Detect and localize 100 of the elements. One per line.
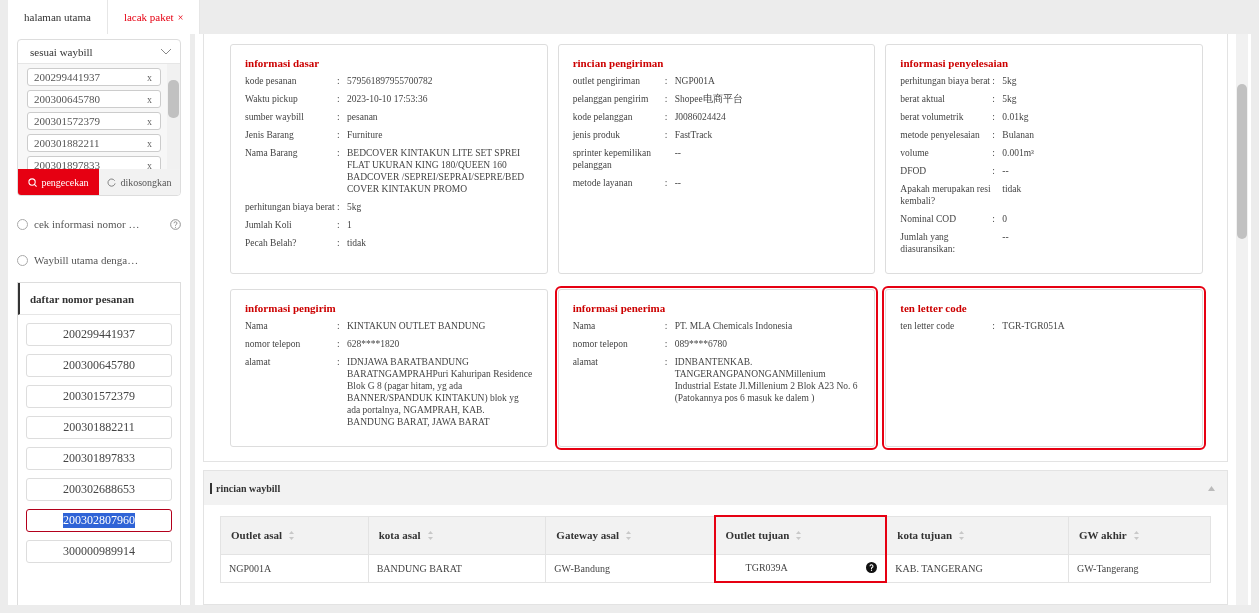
field-label: pelanggan pengirim bbox=[572, 93, 650, 105]
separator: : bbox=[992, 147, 996, 159]
waybill-tag: 200301882211 x bbox=[27, 134, 161, 152]
field-value: 2023-10-10 17:53:36 bbox=[347, 93, 429, 105]
radio-button[interactable] bbox=[17, 254, 28, 266]
scrollbar-thumb[interactable] bbox=[1237, 84, 1247, 239]
sort-icon[interactable] bbox=[288, 529, 296, 541]
field-value: J0086024424 bbox=[674, 111, 727, 123]
separator: : bbox=[992, 93, 996, 105]
field-value: pesanan bbox=[347, 111, 379, 123]
field-label: Jumlah yang diasuransikan: bbox=[900, 231, 957, 255]
sort-icon[interactable] bbox=[625, 529, 632, 541]
separator: : bbox=[664, 111, 669, 123]
separator: : bbox=[664, 177, 669, 189]
field-label: alamat bbox=[572, 356, 599, 369]
column-header[interactable]: kota asal bbox=[368, 516, 546, 554]
field-label: Nama bbox=[245, 320, 269, 332]
field-label: Waktu pickup bbox=[245, 93, 299, 105]
separator: : bbox=[664, 129, 669, 141]
field-label: volume bbox=[900, 147, 930, 159]
table-cell: KAB. TANGERANG bbox=[886, 554, 1069, 582]
field-value: Bulanan bbox=[1002, 129, 1035, 141]
field-value: FastTrack bbox=[674, 129, 714, 141]
field-value: BEDCOVER KINTAKUN LITE SET SPREI FLAT UKURAN KING 180/QUEEN 160 BADCOVER /SEPREI/SEPRAI/SEPRE/BED COVER KINTAKUN PROMO bbox=[347, 147, 526, 195]
field-label: nomor telepon bbox=[572, 338, 629, 350]
field-value: 5kg bbox=[1002, 75, 1018, 87]
separator: : bbox=[992, 213, 996, 225]
field-value: 5kg bbox=[1002, 93, 1018, 105]
column-header[interactable]: GW akhir bbox=[1068, 516, 1211, 554]
field-value: Furniture bbox=[347, 129, 384, 141]
separator: : bbox=[337, 320, 341, 332]
separator: : bbox=[992, 165, 996, 177]
field-label: DFOD bbox=[900, 165, 928, 177]
clear-button[interactable]: dikosongkan bbox=[99, 169, 180, 195]
help-icon[interactable] bbox=[866, 562, 878, 574]
order-number-item[interactable]: 200301572379 bbox=[26, 385, 172, 408]
separator: : bbox=[337, 93, 341, 105]
search-button[interactable]: pengecekan bbox=[18, 169, 99, 195]
chevron-down-icon bbox=[160, 48, 172, 55]
order-number-item[interactable]: 200301882211 bbox=[26, 416, 172, 439]
column-header[interactable]: kota tujuan bbox=[886, 516, 1069, 554]
order-number-item[interactable]: 200302688653 bbox=[26, 478, 172, 501]
order-number-item[interactable]: 200302807960 bbox=[26, 509, 172, 532]
field-value: 1 bbox=[347, 219, 353, 231]
card-title: informasi pengirim bbox=[245, 302, 337, 314]
field-label: metode penyelesaian bbox=[900, 129, 981, 141]
sort-icon[interactable] bbox=[426, 529, 434, 541]
separator: : bbox=[337, 237, 341, 249]
remove-tag-button[interactable]: x bbox=[147, 71, 152, 83]
field-label: sumber waybill bbox=[245, 111, 305, 123]
sort-icon[interactable] bbox=[1132, 529, 1140, 541]
field-value: -- bbox=[674, 147, 682, 160]
field-label: Apakah merupakan resi kembali? bbox=[900, 183, 992, 207]
order-number-item[interactable]: 200301897833 bbox=[26, 447, 172, 470]
refresh-icon bbox=[107, 177, 117, 187]
separator: : bbox=[337, 201, 341, 213]
remove-tag-button[interactable]: x bbox=[147, 137, 152, 149]
order-number-item[interactable]: 300000989914 bbox=[26, 540, 172, 563]
collapse-icon[interactable] bbox=[1208, 485, 1215, 491]
order-number-item[interactable]: 200299441937 bbox=[26, 323, 172, 346]
tab[interactable]: halaman utama bbox=[8, 0, 108, 34]
order-number-item[interactable]: 200300645780 bbox=[26, 354, 172, 377]
remove-tag-button[interactable]: x bbox=[147, 115, 152, 127]
separator: : bbox=[337, 75, 341, 87]
option-label: Waybill utama denga… bbox=[34, 254, 140, 266]
card-title: ten letter code bbox=[900, 302, 968, 314]
field-label: kode pelanggan bbox=[572, 111, 634, 123]
remove-tag-button[interactable]: x bbox=[147, 93, 152, 105]
table-cell: BANDUNG BARAT bbox=[368, 554, 546, 582]
field-value: IDNJAWA BARATBANDUNG BARATNGAMPRAHPuri Kahuripan Residence Blok G 8 (pagar hitam, yg ada BANNER/SPANDUK KINTAKUN) blok yg ada portalnya, NGAMPRAH, KAB. BANDUNG BARAT, JAWA BARAT bbox=[347, 356, 533, 428]
close-icon[interactable]: × bbox=[177, 11, 184, 23]
radio-button[interactable] bbox=[17, 218, 28, 230]
field-value: 5kg bbox=[347, 201, 363, 213]
field-label: outlet pengiriman bbox=[572, 75, 641, 87]
column-header[interactable]: Outlet tujuan bbox=[714, 516, 887, 554]
column-header[interactable]: Gateway asal bbox=[545, 516, 715, 554]
field-label: kode pesanan bbox=[245, 75, 298, 87]
field-value: -- bbox=[674, 177, 682, 189]
field-label: Jumlah Koli bbox=[245, 219, 293, 231]
tab[interactable]: lacak paket × bbox=[107, 0, 201, 34]
field-label: ten letter code bbox=[900, 320, 956, 332]
waybill-tag: 200300645780 x bbox=[27, 90, 161, 108]
field-label: Pecah Belah? bbox=[245, 237, 298, 249]
column-header[interactable]: Outlet asal bbox=[220, 516, 369, 554]
separator: : bbox=[992, 75, 996, 87]
scrollbar-thumb[interactable] bbox=[168, 80, 179, 118]
separator: : bbox=[337, 147, 341, 160]
field-label: alamat bbox=[245, 356, 272, 369]
field-value: Shopee电商平台 bbox=[674, 93, 744, 105]
separator: : bbox=[337, 219, 341, 231]
field-label: sprinter kepemilikan pelanggan bbox=[572, 147, 652, 171]
remove-tag-button[interactable]: x bbox=[147, 159, 152, 169]
waybill-tag: 200301572379 x bbox=[27, 112, 161, 130]
field-label: jenis produk bbox=[572, 129, 621, 141]
sort-icon[interactable] bbox=[795, 529, 803, 541]
sort-icon[interactable] bbox=[958, 529, 966, 541]
card-title: informasi dasar bbox=[245, 57, 321, 69]
section-title: rincian waybill bbox=[210, 482, 281, 494]
field-value: PT. MLA Chemicals Indonesia bbox=[674, 320, 794, 332]
separator: : bbox=[664, 320, 669, 332]
